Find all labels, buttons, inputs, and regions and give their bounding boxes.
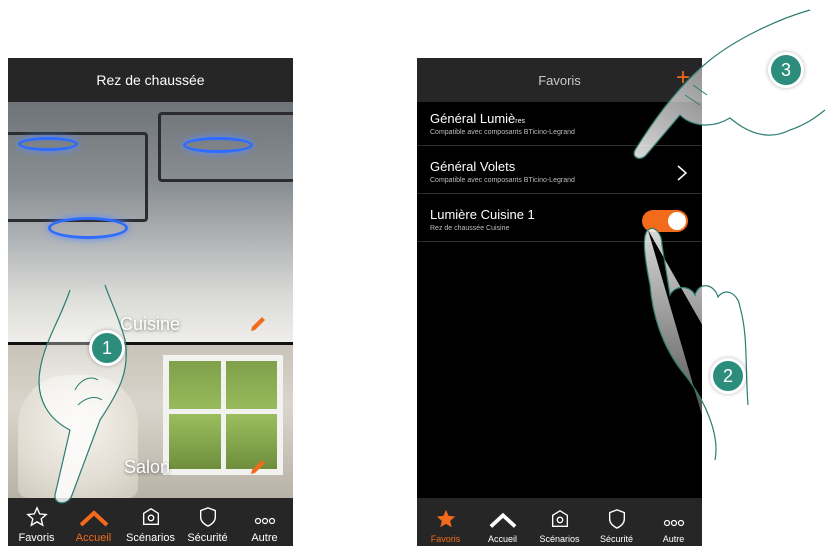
pencil-edit-icon[interactable]	[248, 457, 268, 477]
nav-item-autre[interactable]: Autre	[236, 498, 293, 546]
scenario-gear-icon	[142, 507, 159, 526]
more-dots-icon	[663, 519, 684, 527]
nav-item-accueil[interactable]: Accueil	[65, 498, 122, 546]
nav-label: Autre	[251, 532, 278, 544]
step-badge-2: 2	[710, 358, 746, 394]
nav-item-scenarios[interactable]: Scénarios	[531, 498, 588, 546]
nav-label: Accueil	[487, 534, 517, 544]
page-title: Favoris	[538, 72, 581, 88]
star-filled-icon	[436, 509, 455, 528]
nav-label: Scénarios	[539, 534, 580, 544]
shield-icon	[608, 509, 625, 529]
nav-item-favoris[interactable]: Favoris	[8, 498, 65, 546]
scenario-gear-icon	[551, 509, 568, 528]
nav-item-securite[interactable]: Sécurité	[179, 498, 236, 546]
toggle-knob	[668, 212, 686, 230]
nav-label: Favoris	[18, 532, 55, 544]
star-outline-icon	[25, 506, 48, 527]
light-toggle-switch[interactable]	[642, 210, 688, 232]
armchair-image	[18, 375, 138, 498]
step-badge-3: 3	[768, 52, 804, 88]
item-subtitle: Compatible avec composants BTicino-Legra…	[430, 177, 575, 184]
nav-item-autre[interactable]: Autre	[645, 498, 702, 546]
plus-icon[interactable]: +	[676, 66, 690, 90]
room-tile-salon[interactable]: Salon	[8, 345, 293, 498]
home-roof-icon	[79, 510, 108, 527]
favorite-item-general-volets[interactable]: Général Volets Compatible avec composant…	[417, 150, 702, 194]
burner-flame-image	[183, 137, 253, 153]
room-tile-cuisine[interactable]: Cuisine	[8, 102, 293, 342]
more-dots-icon	[254, 517, 275, 525]
step-badge-1: 1	[89, 330, 125, 366]
room-label-cuisine: Cuisine	[120, 314, 181, 334]
item-title: Général Lumières	[430, 111, 526, 126]
header-bar: Rez de chaussée	[8, 58, 293, 102]
item-title: Général Volets	[430, 159, 516, 174]
bottom-nav: Favoris Accueil Scénarios Sécurité Autre	[8, 498, 293, 546]
pencil-edit-icon[interactable]	[248, 314, 268, 334]
home-roof-icon	[489, 512, 516, 528]
nav-item-accueil[interactable]: Accueil	[474, 498, 531, 546]
nav-item-securite[interactable]: Sécurité	[588, 498, 645, 546]
nav-label: Favoris	[430, 534, 461, 544]
nav-label: Scénarios	[126, 532, 175, 544]
burner-flame-image	[18, 137, 78, 151]
shield-icon	[199, 507, 216, 527]
room-label-salon: Salon	[124, 457, 171, 477]
burner-flame-image	[48, 217, 128, 239]
nav-label: Sécurité	[187, 532, 228, 544]
nav-label: Autre	[662, 534, 685, 544]
chevron-right-icon[interactable]	[676, 164, 688, 182]
phone-screen-home: Rez de chaussée Cuisine Salon Favoris Ac…	[8, 58, 293, 546]
favorite-item-lumiere-cuisine[interactable]: Lumière Cuisine 1 Rez de chaussée Cuisin…	[417, 198, 702, 242]
phone-screen-favoris: Favoris + Général Lumières Compatible av…	[417, 58, 702, 546]
nav-item-scenarios[interactable]: Scénarios	[122, 498, 179, 546]
favorite-item-general-lumieres[interactable]: Général Lumières Compatible avec composa…	[417, 102, 702, 146]
nav-label: Sécurité	[599, 534, 634, 544]
nav-item-favoris[interactable]: Favoris	[417, 498, 474, 546]
header-bar: Favoris +	[417, 58, 702, 102]
item-subtitle: Compatible avec composants BTicino-Legra…	[430, 129, 575, 136]
page-title: Rez de chaussée	[96, 72, 205, 88]
nav-label: Accueil	[75, 532, 112, 544]
bottom-nav: Favoris Accueil Scénarios Sécurité Autre	[417, 498, 702, 546]
